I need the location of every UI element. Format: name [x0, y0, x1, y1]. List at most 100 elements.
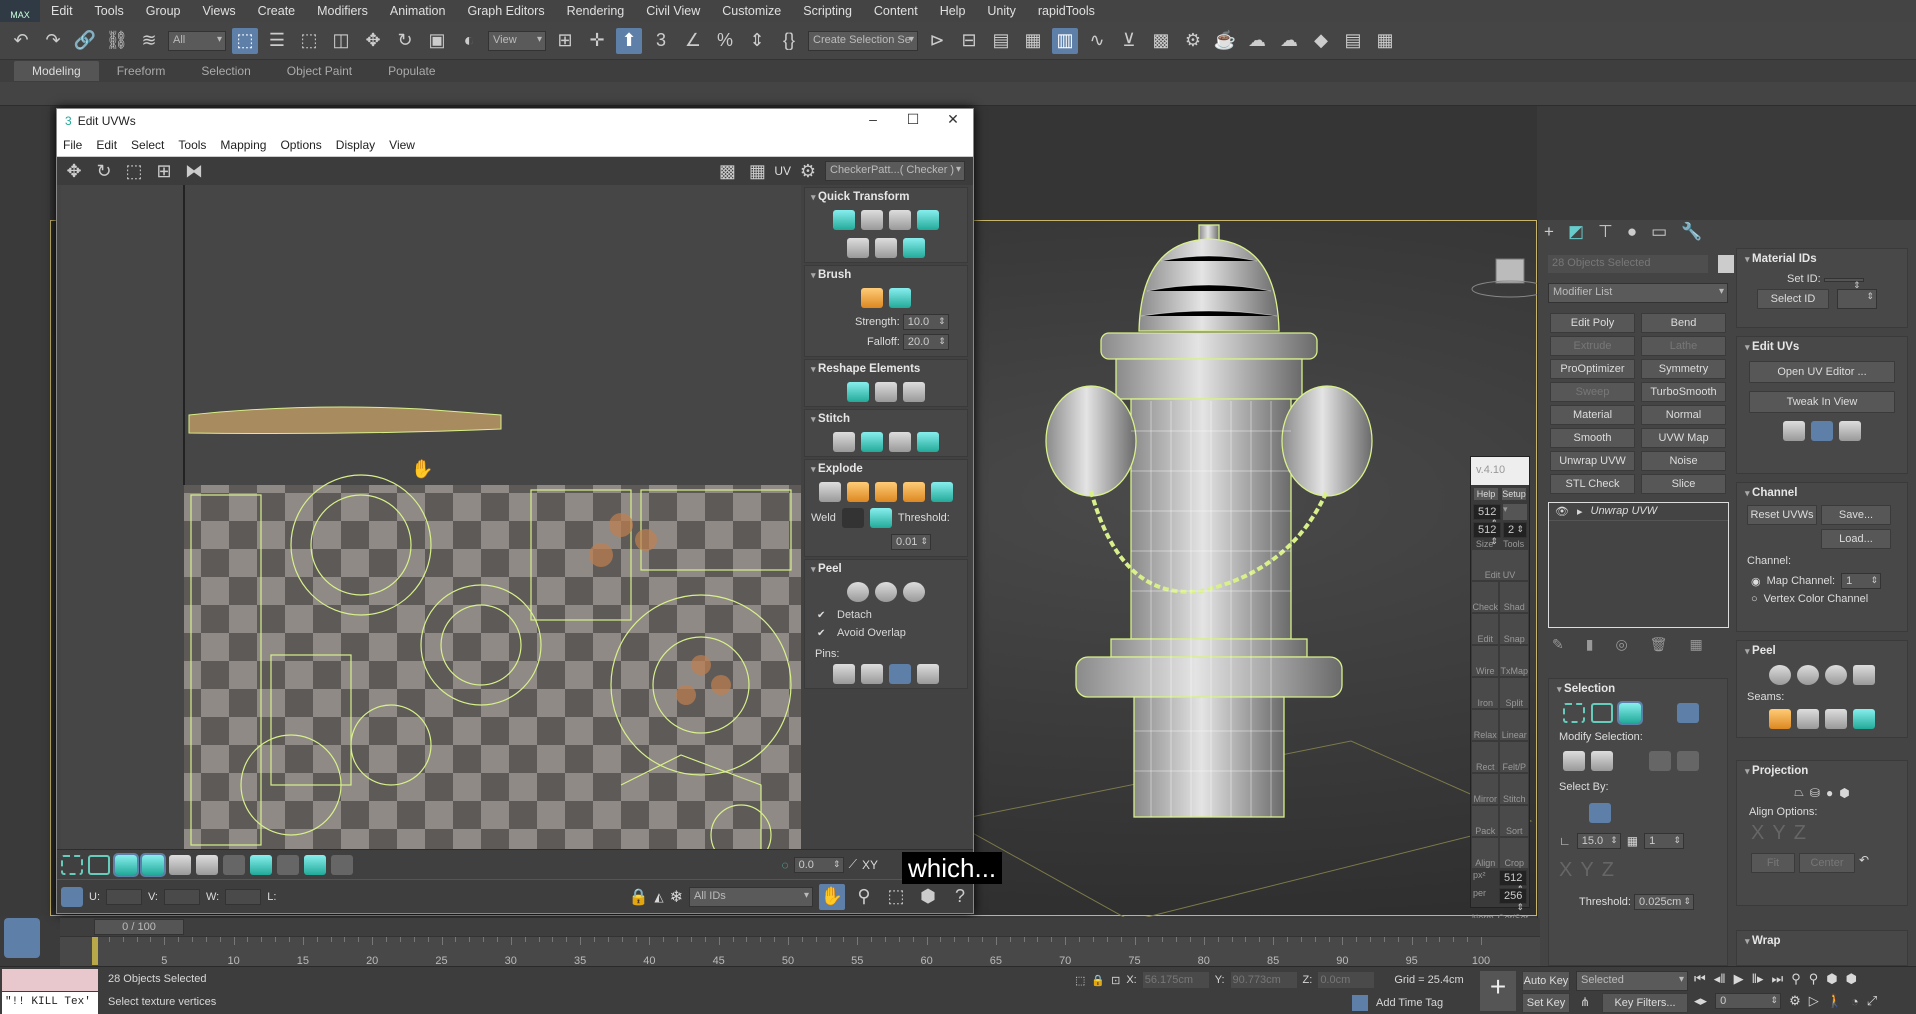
menu-rendering[interactable]: Rendering: [556, 4, 636, 18]
mini-curve-editor-toggle[interactable]: [4, 918, 40, 958]
strength-field[interactable]: 10.0: [902, 314, 949, 330]
relax-icon[interactable]: [903, 382, 925, 402]
v-field[interactable]: [164, 888, 200, 905]
time-slider-track[interactable]: [60, 918, 1540, 936]
textools-felt-p-button[interactable]: Felt/P: [1500, 742, 1528, 772]
create-tab-icon[interactable]: +: [1544, 222, 1554, 242]
make-unique-icon[interactable]: ◎: [1615, 636, 1627, 653]
modifier-button-noise[interactable]: Noise: [1641, 451, 1726, 471]
reference-coordinate-dropdown[interactable]: View: [488, 30, 546, 51]
previous-frame-icon[interactable]: ◂‖: [1714, 971, 1726, 987]
ribbon-tab-freeform[interactable]: Freeform: [99, 61, 184, 81]
modifier-button-slice[interactable]: Slice: [1641, 474, 1726, 494]
tweak-in-view-button[interactable]: Tweak In View: [1749, 391, 1895, 413]
ribbon-tab-object-paint[interactable]: Object Paint: [269, 61, 370, 81]
a360-icon[interactable]: ◆: [1308, 28, 1334, 54]
align-axis-z[interactable]: Z: [1794, 822, 1806, 845]
pivot-icon[interactable]: ⊞: [552, 28, 578, 54]
move-icon[interactable]: ✥: [61, 158, 87, 184]
map-channel-field[interactable]: 1: [1841, 573, 1882, 589]
hierarchy-tab-icon[interactable]: ⊤: [1598, 222, 1613, 242]
modifier-list-dropdown[interactable]: Modifier List: [1548, 283, 1728, 303]
textools-check-button[interactable]: Check: [1472, 582, 1499, 612]
stitch-average-icon[interactable]: [889, 432, 911, 452]
spinner-snap-icon[interactable]: ⇕: [744, 28, 770, 54]
textools-snap-button[interactable]: Snap: [1500, 614, 1528, 644]
relax-by-polygon-icon[interactable]: [875, 382, 897, 402]
play-icon[interactable]: ▶: [1734, 971, 1744, 987]
snaps-toggle-icon[interactable]: 3: [648, 28, 674, 54]
texture-tools-icon[interactable]: ▤: [1340, 28, 1366, 54]
rollout-title[interactable]: Reshape Elements: [805, 360, 967, 378]
ring-selection-icon[interactable]: [1677, 751, 1699, 771]
select-by-element-uv-icon[interactable]: [1589, 803, 1611, 823]
align-horizontal-icon[interactable]: [861, 210, 883, 230]
checker-icon[interactable]: ▦: [744, 158, 770, 184]
modifier-button-turbosmooth[interactable]: TurboSmooth: [1641, 382, 1726, 402]
layer-explorer-icon[interactable]: ▤: [988, 28, 1014, 54]
flatten-by-polygon-icon[interactable]: [903, 482, 925, 502]
ribbon-tab-populate[interactable]: Populate: [370, 61, 453, 81]
ribbon-tab-modeling[interactable]: Modeling: [14, 61, 99, 81]
modifier-button-symmetry[interactable]: Symmetry: [1641, 359, 1726, 379]
textools-relax-button[interactable]: Relax: [1472, 710, 1499, 740]
field-of-view-icon[interactable]: ▷: [1809, 993, 1819, 1009]
maximize-button[interactable]: ☐: [893, 111, 933, 128]
modifier-stack[interactable]: 👁 ▸ Unwrap UVW: [1548, 502, 1729, 628]
select-id-button[interactable]: Select ID: [1757, 289, 1829, 309]
remove-modifier-icon[interactable]: 🗑: [1650, 636, 1668, 653]
menu-help[interactable]: Help: [929, 4, 977, 18]
place-icon[interactable]: ◐: [456, 28, 482, 54]
zoom-icon[interactable]: ⚲: [851, 884, 877, 910]
render-iterative-icon[interactable]: ☁: [1244, 28, 1270, 54]
unlink-icon[interactable]: ⛓: [104, 28, 130, 54]
menu-group[interactable]: Group: [135, 4, 192, 18]
point-to-point-seams-icon[interactable]: [1797, 709, 1819, 729]
save-uvs-button[interactable]: Save...: [1821, 505, 1891, 525]
selection-lock-icon[interactable]: 🔒: [1091, 974, 1105, 987]
key-mode-dropdown[interactable]: Selected: [1576, 971, 1688, 991]
linear-align-icon[interactable]: [847, 238, 869, 258]
zoom-extents-icon[interactable]: ⬢: [1826, 971, 1837, 987]
box-map-icon[interactable]: ⬢: [1839, 786, 1849, 800]
rollout-title[interactable]: Stitch: [805, 410, 967, 428]
menu-graph-editors[interactable]: Graph Editors: [456, 4, 555, 18]
percent-snap-icon[interactable]: %: [712, 28, 738, 54]
isolate-icon[interactable]: ⬚: [1075, 974, 1085, 987]
maximize-viewport-icon[interactable]: ⤢: [1867, 993, 1877, 1009]
paint-move-icon[interactable]: [861, 288, 883, 308]
auto-pin-icon[interactable]: [889, 664, 911, 684]
textools-split-button[interactable]: Split: [1500, 678, 1528, 708]
convert-edge-seams-icon[interactable]: [1825, 709, 1847, 729]
textools-stitch-button[interactable]: Stitch: [1500, 774, 1528, 804]
mirror-icon[interactable]: ⧓: [181, 158, 207, 184]
script-icon[interactable]: ▦: [1372, 28, 1398, 54]
lock-icon[interactable]: 🔒: [628, 887, 648, 907]
menu-rapidtools[interactable]: rapidTools: [1027, 4, 1106, 18]
menu-tools[interactable]: Tools: [84, 4, 135, 18]
textools-wire-button[interactable]: Wire: [1472, 646, 1499, 676]
menu-content[interactable]: Content: [863, 4, 929, 18]
rollout-title[interactable]: Peel: [1737, 641, 1907, 661]
uv-menu-display[interactable]: Display: [336, 138, 375, 152]
weld-threshold-field[interactable]: 0.01: [891, 534, 931, 550]
activeshade-icon[interactable]: ☁: [1276, 28, 1302, 54]
textools-setup-button[interactable]: Setup: [1501, 487, 1527, 501]
reset-uvws-button[interactable]: Reset UVWs: [1747, 505, 1817, 525]
absolute-mode-icon[interactable]: ⊡: [1111, 974, 1120, 987]
undo-icon[interactable]: ↶: [8, 28, 34, 54]
peel-mode-icon[interactable]: [1797, 665, 1819, 685]
flatten-custom-icon[interactable]: [931, 482, 953, 502]
modifier-button-normal[interactable]: Normal: [1641, 405, 1726, 425]
texture-count-field[interactable]: 2: [1503, 522, 1527, 538]
render-setup-icon[interactable]: ▩: [1148, 28, 1174, 54]
expand-seams-icon[interactable]: [1853, 709, 1875, 729]
w-field[interactable]: [225, 888, 262, 905]
vertex-mode-icon[interactable]: [1563, 703, 1585, 723]
flatten-by-smoothing-icon[interactable]: [847, 482, 869, 502]
menu-customize[interactable]: Customize: [711, 4, 792, 18]
pin-stack-icon[interactable]: ✎: [1552, 636, 1564, 653]
zoom-extents-icon[interactable]: ⬢: [915, 884, 941, 910]
schematic-view-icon[interactable]: ∿: [1084, 28, 1110, 54]
go-to-start-icon[interactable]: ⏮: [1694, 971, 1706, 987]
